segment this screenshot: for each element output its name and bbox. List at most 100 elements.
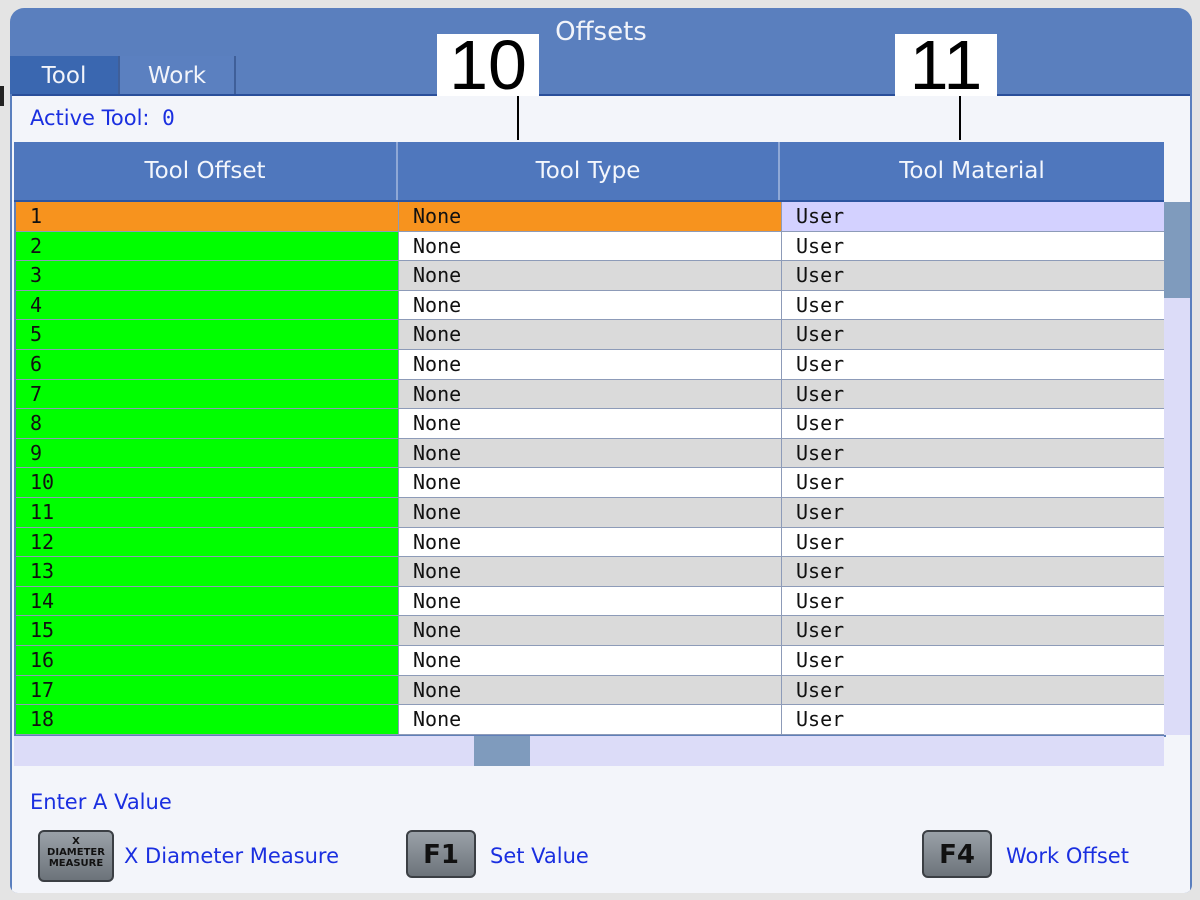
- tool-offset-cell[interactable]: 12: [16, 527, 399, 557]
- tool-material-cell[interactable]: User: [782, 675, 1164, 705]
- tab-tool[interactable]: Tool: [10, 56, 120, 94]
- x-diameter-measure-key[interactable]: X DIAMETER MEASURE: [38, 830, 114, 882]
- f4-key[interactable]: F4: [922, 830, 992, 878]
- offsets-window: Offsets Tool Work Active Tool: 0 Tool Of…: [10, 8, 1192, 893]
- table-row[interactable]: 15 None User: [16, 616, 1164, 646]
- screen-edge-marker: [0, 86, 4, 106]
- active-tool-indicator: Active Tool: 0: [30, 106, 175, 130]
- tool-material-cell[interactable]: User: [782, 379, 1164, 409]
- tool-material-cell[interactable]: User: [782, 586, 1164, 616]
- table-row[interactable]: 9 None User: [16, 438, 1164, 469]
- tool-material-cell[interactable]: User: [782, 557, 1164, 586]
- tool-material-cell[interactable]: User: [782, 645, 1164, 675]
- tool-material-cell[interactable]: User: [782, 261, 1164, 290]
- tool-offset-cell[interactable]: 3: [16, 261, 399, 290]
- tool-offset-cell[interactable]: 11: [16, 497, 399, 527]
- tool-type-cell[interactable]: None: [399, 497, 782, 527]
- tool-type-cell[interactable]: None: [399, 557, 782, 586]
- table-row[interactable]: 10 None User: [16, 468, 1164, 498]
- tool-material-cell[interactable]: User: [782, 527, 1164, 557]
- tool-offset-cell[interactable]: 9: [16, 438, 399, 468]
- tool-type-cell[interactable]: None: [399, 645, 782, 675]
- tool-type-cell[interactable]: None: [399, 231, 782, 261]
- tool-type-cell[interactable]: None: [399, 675, 782, 705]
- tool-offset-cell[interactable]: 8: [16, 409, 399, 438]
- tab-work[interactable]: Work: [120, 56, 236, 94]
- table-row[interactable]: 2 None User: [16, 231, 1164, 262]
- tool-type-cell[interactable]: None: [399, 616, 782, 645]
- table-row[interactable]: 1 None User: [16, 202, 1164, 232]
- tool-offset-cell[interactable]: 17: [16, 675, 399, 705]
- table-row[interactable]: 4 None User: [16, 290, 1164, 321]
- key-cap-line: DIAMETER: [47, 847, 105, 858]
- tool-type-cell[interactable]: None: [399, 586, 782, 616]
- tool-type-cell[interactable]: None: [399, 290, 782, 320]
- tool-material-cell[interactable]: User: [782, 468, 1164, 497]
- tool-offset-cell[interactable]: 6: [16, 349, 399, 379]
- column-header-tool-type[interactable]: Tool Type: [398, 142, 780, 200]
- table-row[interactable]: 5 None User: [16, 320, 1164, 350]
- window-title: Offsets: [555, 17, 647, 47]
- tool-offset-cell[interactable]: 18: [16, 705, 399, 734]
- key-cap-line: X: [72, 836, 80, 847]
- tool-material-cell[interactable]: User: [782, 616, 1164, 645]
- table-row[interactable]: 6 None User: [16, 349, 1164, 380]
- table-header: Tool Offset Tool Type Tool Material: [14, 142, 1164, 203]
- table-row[interactable]: 17 None User: [16, 675, 1164, 706]
- tool-type-cell[interactable]: None: [399, 409, 782, 438]
- horizontal-scroll-thumb[interactable]: [474, 736, 530, 766]
- table-row[interactable]: 11 None User: [16, 497, 1164, 528]
- tool-offset-cell[interactable]: 16: [16, 645, 399, 675]
- active-tool-value: 0: [162, 106, 175, 130]
- table-row[interactable]: 3 None User: [16, 261, 1164, 291]
- tool-type-cell[interactable]: None: [399, 468, 782, 497]
- tool-material-cell[interactable]: User: [782, 438, 1164, 468]
- callout-number-11: 11: [895, 30, 997, 100]
- f1-key[interactable]: F1: [406, 830, 476, 878]
- tool-type-cell[interactable]: None: [399, 202, 782, 231]
- tool-material-cell[interactable]: User: [782, 202, 1164, 231]
- input-prompt: Enter A Value: [30, 790, 172, 814]
- table-row[interactable]: 8 None User: [16, 409, 1164, 439]
- offsets-table-body: 1 None User 2 None User 3 None User 4 None User 5 Non…: [14, 202, 1166, 737]
- horizontal-scrollbar[interactable]: [14, 736, 1164, 766]
- tool-material-cell[interactable]: User: [782, 320, 1164, 349]
- tool-material-cell[interactable]: User: [782, 349, 1164, 379]
- offsets-content: Active Tool: 0 Tool Offset Tool Type Too…: [12, 94, 1190, 893]
- table-row[interactable]: 13 None User: [16, 557, 1164, 587]
- tool-type-cell[interactable]: None: [399, 379, 782, 409]
- table-row[interactable]: 16 None User: [16, 645, 1164, 676]
- table-row[interactable]: 14 None User: [16, 586, 1164, 617]
- tool-offset-cell[interactable]: 13: [16, 557, 399, 586]
- tool-offset-cell[interactable]: 14: [16, 586, 399, 616]
- tool-offset-cell[interactable]: 4: [16, 290, 399, 320]
- tool-material-cell[interactable]: User: [782, 290, 1164, 320]
- tool-material-cell[interactable]: User: [782, 497, 1164, 527]
- tool-offset-cell[interactable]: 2: [16, 231, 399, 261]
- column-header-tool-material[interactable]: Tool Material: [780, 142, 1164, 200]
- table-row[interactable]: 12 None User: [16, 527, 1164, 558]
- callout-leader-line-10: [517, 96, 519, 140]
- x-diameter-measure-label: X Diameter Measure: [124, 844, 340, 868]
- column-header-tool-offset[interactable]: Tool Offset: [14, 142, 398, 200]
- tool-material-cell[interactable]: User: [782, 409, 1164, 438]
- tool-type-cell[interactable]: None: [399, 705, 782, 734]
- tool-offset-cell[interactable]: 7: [16, 379, 399, 409]
- set-value-label: Set Value: [490, 844, 589, 868]
- tool-material-cell[interactable]: User: [782, 231, 1164, 261]
- tool-material-cell[interactable]: User: [782, 705, 1164, 734]
- tool-type-cell[interactable]: None: [399, 527, 782, 557]
- table-row[interactable]: 7 None User: [16, 379, 1164, 410]
- tool-offset-cell[interactable]: 15: [16, 616, 399, 645]
- vertical-scroll-thumb[interactable]: [1164, 202, 1190, 298]
- table-row[interactable]: 18 None User: [16, 705, 1164, 735]
- vertical-scrollbar[interactable]: [1164, 202, 1190, 735]
- tool-type-cell[interactable]: None: [399, 261, 782, 290]
- key-cap-line: MEASURE: [48, 858, 104, 869]
- tool-offset-cell[interactable]: 5: [16, 320, 399, 349]
- tool-type-cell[interactable]: None: [399, 349, 782, 379]
- tool-type-cell[interactable]: None: [399, 438, 782, 468]
- tool-offset-cell[interactable]: 1: [16, 202, 399, 231]
- tool-offset-cell[interactable]: 10: [16, 468, 399, 497]
- tool-type-cell[interactable]: None: [399, 320, 782, 349]
